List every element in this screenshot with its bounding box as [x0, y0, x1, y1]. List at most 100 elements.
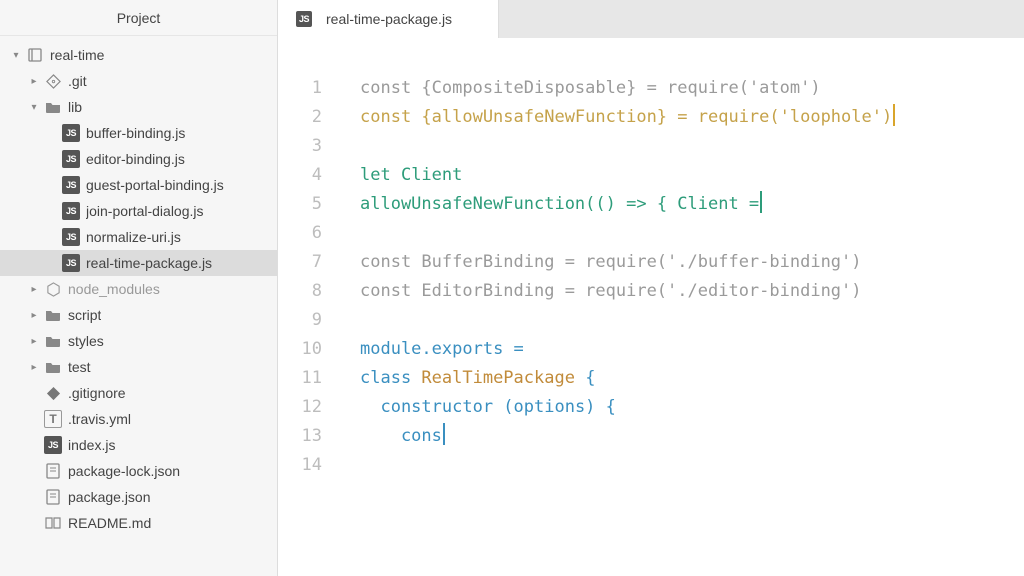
code-line[interactable]: allowUnsafeNewFunction(() => { Client = — [360, 190, 1024, 219]
line-number: 12 — [278, 393, 322, 422]
code-line[interactable] — [360, 306, 1024, 335]
folder-icon — [44, 358, 62, 376]
line-number: 4 — [278, 161, 322, 190]
line-number: 1 — [278, 74, 322, 103]
code-editor[interactable]: 1 2 3 4 5 6 7 8 9 10 11 12 13 14 const {… — [278, 38, 1024, 576]
tree-label: real-time-package.js — [86, 255, 212, 271]
tree-label: package.json — [68, 489, 151, 505]
tree-file-pkglock[interactable]: ▸ package-lock.json — [0, 458, 277, 484]
json-file-icon — [44, 488, 62, 506]
code-line[interactable] — [360, 219, 1024, 248]
js-file-icon: JS — [296, 11, 312, 27]
line-number: 13 — [278, 422, 322, 451]
collab-cursor-teal — [760, 191, 762, 213]
chevron-right-icon: ▸ — [28, 76, 40, 87]
line-number: 9 — [278, 306, 322, 335]
code-line[interactable]: const EditorBinding = require('./editor-… — [360, 277, 1024, 306]
tree-file-readme[interactable]: ▸ README.md — [0, 510, 277, 536]
package-icon — [44, 280, 62, 298]
js-file-icon: JS — [62, 150, 80, 168]
js-file-icon: JS — [62, 124, 80, 142]
repo-icon — [26, 46, 44, 64]
tree-file-indexjs[interactable]: ▸ JS index.js — [0, 432, 277, 458]
editor-area: JS real-time-package.js 1 2 3 4 5 6 7 8 … — [278, 0, 1024, 576]
chevron-right-icon: ▸ — [28, 310, 40, 321]
code-line[interactable]: const BufferBinding = require('./buffer-… — [360, 248, 1024, 277]
code-line[interactable]: class RealTimePackage { — [360, 364, 1024, 393]
code-line[interactable]: cons — [360, 422, 1024, 451]
travis-icon: T — [44, 410, 62, 428]
code-line[interactable]: module.exports = — [360, 335, 1024, 364]
code-line[interactable] — [360, 132, 1024, 161]
app-root: Project ▾ real-time ▸ .git ▾ — [0, 0, 1024, 576]
code-line[interactable]: constructor (options) { — [360, 393, 1024, 422]
git-icon — [44, 384, 62, 402]
js-file-icon: JS — [62, 228, 80, 246]
code-line[interactable]: const {allowUnsafeNewFunction} = require… — [360, 103, 1024, 132]
line-number: 6 — [278, 219, 322, 248]
file-tree: ▾ real-time ▸ .git ▾ lib — [0, 36, 277, 548]
tree-folder-lib[interactable]: ▾ lib — [0, 94, 277, 120]
tree-label: .travis.yml — [68, 411, 131, 427]
chevron-down-icon: ▾ — [10, 50, 22, 61]
tree-folder-script[interactable]: ▸ script — [0, 302, 277, 328]
tree-label: package-lock.json — [68, 463, 180, 479]
line-number: 3 — [278, 132, 322, 161]
tree-label: editor-binding.js — [86, 151, 185, 167]
tree-label: lib — [68, 99, 82, 115]
tree-file-gitignore[interactable]: ▸ .gitignore — [0, 380, 277, 406]
chevron-right-icon: ▸ — [28, 362, 40, 373]
tree-folder-node-modules[interactable]: ▸ node_modules — [0, 276, 277, 302]
tree-label: normalize-uri.js — [86, 229, 181, 245]
js-file-icon: JS — [62, 254, 80, 272]
tree-file[interactable]: ▸ JS join-portal-dialog.js — [0, 198, 277, 224]
line-number: 11 — [278, 364, 322, 393]
book-icon — [44, 514, 62, 532]
tree-file[interactable]: ▸ JS editor-binding.js — [0, 146, 277, 172]
tree-label: node_modules — [68, 281, 160, 297]
tree-file-pkg[interactable]: ▸ package.json — [0, 484, 277, 510]
tree-label: script — [68, 307, 101, 323]
tree-label: guest-portal-binding.js — [86, 177, 224, 193]
line-number: 5 — [278, 190, 322, 219]
line-number: 10 — [278, 335, 322, 364]
tree-label: styles — [68, 333, 104, 349]
line-number: 8 — [278, 277, 322, 306]
tree-label: index.js — [68, 437, 115, 453]
tree-folder-styles[interactable]: ▸ styles — [0, 328, 277, 354]
tree-root[interactable]: ▾ real-time — [0, 42, 277, 68]
git-icon — [44, 72, 62, 90]
project-sidebar: Project ▾ real-time ▸ .git ▾ — [0, 0, 278, 576]
tree-file-travis[interactable]: ▸ T .travis.yml — [0, 406, 277, 432]
editor-cursor — [443, 423, 445, 445]
chevron-right-icon: ▸ — [28, 336, 40, 347]
code-line[interactable]: let Client — [360, 161, 1024, 190]
js-file-icon: JS — [62, 176, 80, 194]
tree-label: .git — [68, 73, 87, 89]
folder-icon — [44, 332, 62, 350]
tab-title: real-time-package.js — [326, 11, 452, 27]
line-number: 7 — [278, 248, 322, 277]
tree-label: test — [68, 359, 91, 375]
tree-file[interactable]: ▸ JS guest-portal-binding.js — [0, 172, 277, 198]
chevron-right-icon: ▸ — [28, 284, 40, 295]
code-lines[interactable]: const {CompositeDisposable} = require('a… — [336, 74, 1024, 576]
code-line[interactable] — [360, 451, 1024, 480]
line-number: 2 — [278, 103, 322, 132]
js-file-icon: JS — [44, 436, 62, 454]
json-file-icon — [44, 462, 62, 480]
tree-file[interactable]: ▸ JS normalize-uri.js — [0, 224, 277, 250]
tree-file[interactable]: ▸ JS buffer-binding.js — [0, 120, 277, 146]
line-gutter: 1 2 3 4 5 6 7 8 9 10 11 12 13 14 — [278, 74, 336, 576]
tab-bar: JS real-time-package.js — [278, 0, 1024, 38]
tree-label: .gitignore — [68, 385, 126, 401]
collab-cursor-amber — [893, 104, 895, 126]
tree-folder-git[interactable]: ▸ .git — [0, 68, 277, 94]
tree-file-active[interactable]: ▸ JS real-time-package.js — [0, 250, 277, 276]
tree-label: buffer-binding.js — [86, 125, 185, 141]
code-line[interactable]: const {CompositeDisposable} = require('a… — [360, 74, 1024, 103]
tab-active[interactable]: JS real-time-package.js — [278, 0, 499, 38]
tree-root-label: real-time — [50, 47, 104, 63]
folder-icon — [44, 98, 62, 116]
tree-folder-test[interactable]: ▸ test — [0, 354, 277, 380]
